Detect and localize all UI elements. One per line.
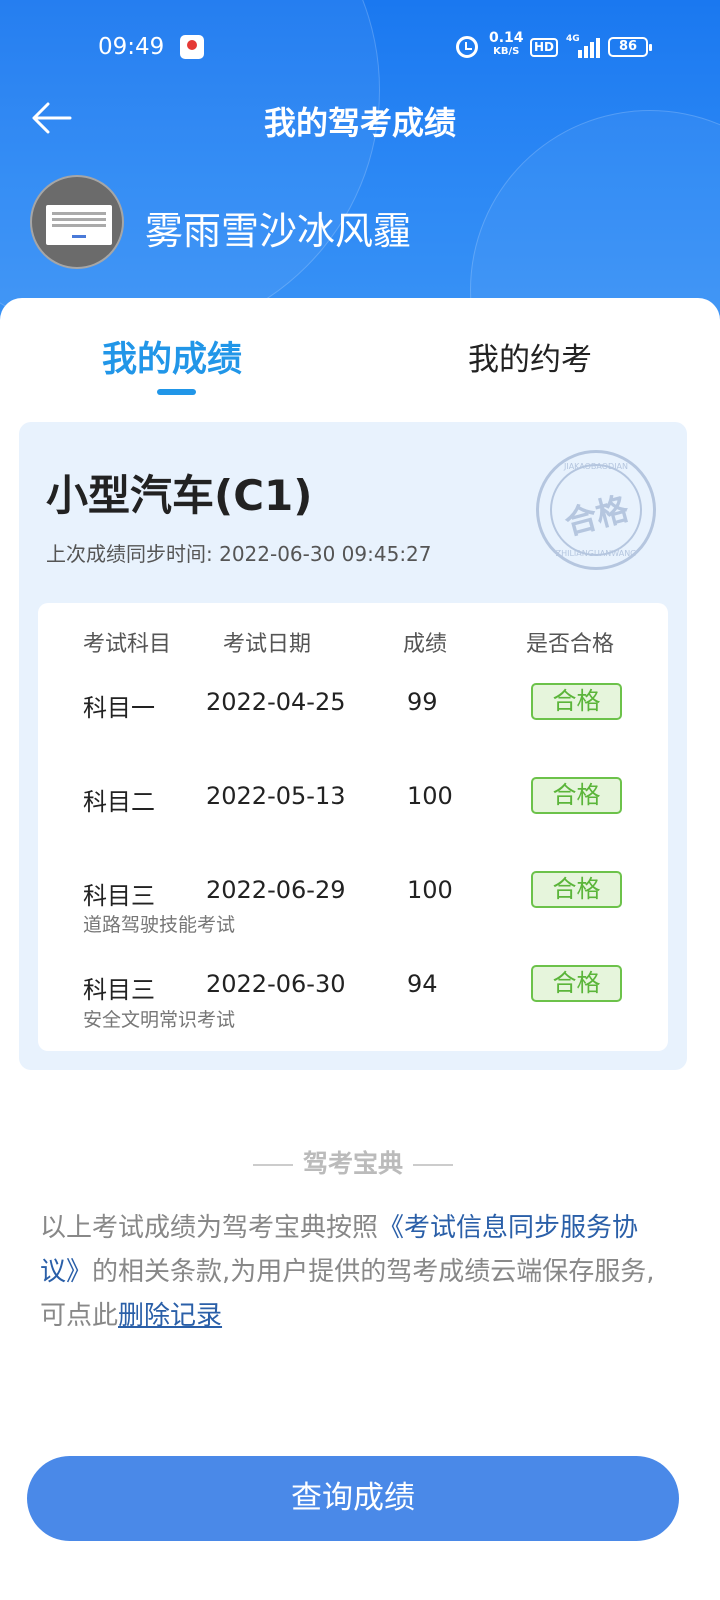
pass-badge: 合格 bbox=[531, 965, 622, 1002]
speed-unit: KB/S bbox=[493, 46, 520, 57]
avatar-image bbox=[46, 205, 112, 245]
pass-badge: 合格 bbox=[531, 871, 622, 908]
delete-record-link[interactable]: 删除记录 bbox=[118, 1301, 222, 1331]
column-header-subject: 考试科目 bbox=[83, 632, 172, 657]
pass-badge: 合格 bbox=[531, 777, 622, 814]
row-score: 94 bbox=[407, 970, 438, 998]
active-tab-indicator bbox=[157, 389, 196, 395]
row-note: 安全文明常识考试 bbox=[83, 1009, 236, 1031]
notification-icon bbox=[180, 35, 204, 59]
column-header-result: 是否合格 bbox=[526, 632, 615, 657]
row-subject: 科目一 bbox=[83, 694, 155, 722]
column-header-date: 考试日期 bbox=[223, 632, 312, 657]
tab-my-scores[interactable]: 我的成绩 bbox=[102, 331, 242, 382]
row-score: 100 bbox=[407, 876, 453, 904]
battery-icon: 86 bbox=[608, 37, 652, 57]
row-date: 2022-05-13 bbox=[206, 782, 346, 810]
status-bar: 09:49 0.14 KB/S HD 4G 86 bbox=[0, 0, 720, 96]
stamp-arc-top: JIAKAOBAODIAN bbox=[563, 462, 629, 471]
row-score: 99 bbox=[407, 688, 438, 716]
sync-time: 上次成绩同步时间: 2022-06-30 09:45:27 bbox=[46, 542, 432, 566]
stamp-arc-bottom: ZHILIANGUANWANG bbox=[555, 549, 637, 558]
divider-line bbox=[413, 1164, 453, 1166]
row-date: 2022-06-29 bbox=[206, 876, 346, 904]
column-header-score: 成绩 bbox=[403, 632, 448, 657]
pass-stamp-icon: JIAKAOBAODIAN 合格 ZHILIANGUANWANG bbox=[536, 450, 656, 570]
license-type: 小型汽车(C1) bbox=[46, 471, 313, 520]
signal-icon: 4G bbox=[566, 34, 600, 58]
row-date: 2022-04-25 bbox=[206, 688, 346, 716]
page-title: 我的驾考成绩 bbox=[263, 104, 456, 142]
disclaimer-prefix: 以上考试成绩为驾考宝典按照 bbox=[40, 1213, 379, 1243]
disclaimer: 以上考试成绩为驾考宝典按照《考试信息同步服务协议》的相关条款,为用户提供的驾考成… bbox=[40, 1206, 660, 1338]
avatar[interactable] bbox=[30, 175, 124, 269]
row-subject: 科目三 bbox=[83, 976, 155, 1004]
tab-my-appointments[interactable]: 我的约考 bbox=[468, 334, 592, 379]
brand-name: 驾考宝典 bbox=[302, 1149, 403, 1178]
alarm-icon bbox=[456, 36, 478, 58]
hd-icon: HD bbox=[530, 38, 559, 57]
network-type: 4G bbox=[566, 34, 580, 44]
row-date: 2022-06-30 bbox=[206, 970, 346, 998]
row-subject: 科目二 bbox=[83, 788, 155, 816]
status-time: 09:49 bbox=[98, 34, 165, 60]
row-subject: 科目三 bbox=[83, 882, 155, 910]
username: 雾雨雪沙冰风霾 bbox=[145, 209, 412, 253]
row-note: 道路驾驶技能考试 bbox=[83, 914, 236, 936]
row-score: 100 bbox=[407, 782, 453, 810]
pass-badge: 合格 bbox=[531, 683, 622, 720]
query-scores-button[interactable]: 查询成绩 bbox=[27, 1456, 679, 1541]
network-speed: 0.14 KB/S bbox=[489, 30, 524, 58]
speed-value: 0.14 bbox=[489, 30, 524, 46]
divider-line bbox=[252, 1164, 293, 1166]
brand-divider: 驾考宝典 bbox=[0, 1144, 706, 1180]
